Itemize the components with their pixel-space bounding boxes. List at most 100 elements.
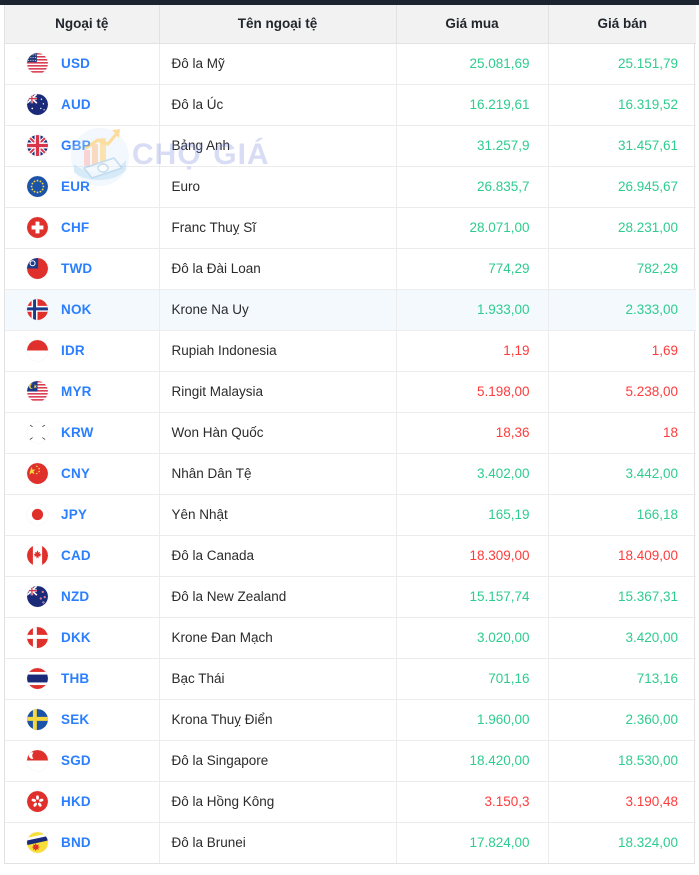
cell-sell-price: 1,69 — [548, 330, 696, 371]
currency-code-label: THB — [61, 671, 89, 686]
cell-buy-price: 3.020,00 — [396, 617, 548, 658]
table-row[interactable]: THBBạc Thái701,16713,16 — [5, 658, 696, 699]
currency-code-label: EUR — [61, 179, 90, 194]
table-header-row: Ngoại tệ Tên ngoại tệ Giá mua Giá bán — [5, 5, 696, 43]
table-row[interactable]: NOKKrone Na Uy1.933,002.333,00 — [5, 289, 696, 330]
cell-currency-name: Bạc Thái — [159, 658, 396, 699]
table-row[interactable]: GBPBảng Anh31.257,931.457,61 — [5, 125, 696, 166]
cell-buy-price: 165,19 — [396, 494, 548, 535]
cell-sell-price: 3.442,00 — [548, 453, 696, 494]
currency-code-label: JPY — [61, 507, 87, 522]
cell-currency-name: Rupiah Indonesia — [159, 330, 396, 371]
cell-sell-price: 15.367,31 — [548, 576, 696, 617]
currency-code-label: SEK — [61, 712, 89, 727]
table-row[interactable]: SEKKrona Thuỵ Điển1.960,002.360,00 — [5, 699, 696, 740]
table-row[interactable]: IDRRupiah Indonesia1,191,69 — [5, 330, 696, 371]
table-row[interactable]: MYRRingit Malaysia5.198,005.238,00 — [5, 371, 696, 412]
table-row[interactable]: CADĐô la Canada18.309,0018.409,00 — [5, 535, 696, 576]
table-body: USD Đô la Mỹ25.081,6925.151,79 AUD Đô la Úc… — [5, 43, 696, 863]
table-row[interactable]: AUDĐô la Úc16.219,6116.319,52 — [5, 84, 696, 125]
exchange-rate-table-container: Ngoại tệ Tên ngoại tệ Giá mua Giá bán US… — [4, 5, 695, 864]
exchange-rate-table: Ngoại tệ Tên ngoại tệ Giá mua Giá bán US… — [5, 5, 696, 863]
flag-nok-icon — [27, 299, 48, 320]
cell-currency-code: GBP — [5, 125, 159, 166]
cell-sell-price: 16.319,52 — [548, 84, 696, 125]
cell-sell-price: 3.190,48 — [548, 781, 696, 822]
cell-currency-name: Krona Thuỵ Điển — [159, 699, 396, 740]
table-row[interactable]: TWDĐô la Đài Loan774,29782,29 — [5, 248, 696, 289]
currency-code-label: HKD — [61, 794, 91, 809]
cell-currency-name: Won Hàn Quốc — [159, 412, 396, 453]
flag-jpy-icon — [27, 504, 48, 525]
cell-buy-price: 17.824,00 — [396, 822, 548, 863]
cell-currency-name: Bảng Anh — [159, 125, 396, 166]
table-row[interactable]: CNYNhân Dân Tệ3.402,003.442,00 — [5, 453, 696, 494]
table-row[interactable]: USD Đô la Mỹ25.081,6925.151,79 — [5, 43, 696, 84]
cell-sell-price: 18.530,00 — [548, 740, 696, 781]
column-header-sell-price: Giá bán — [548, 5, 696, 43]
cell-currency-code: CHF — [5, 207, 159, 248]
currency-code-label: KRW — [61, 425, 94, 440]
cell-currency-name: Krone Na Uy — [159, 289, 396, 330]
cell-sell-price: 2.360,00 — [548, 699, 696, 740]
cell-currency-code: SEK — [5, 699, 159, 740]
cell-currency-code: THB — [5, 658, 159, 699]
cell-currency-code: DKK — [5, 617, 159, 658]
cell-currency-name: Đô la New Zealand — [159, 576, 396, 617]
cell-currency-name: Đô la Hồng Kông — [159, 781, 396, 822]
cell-sell-price: 2.333,00 — [548, 289, 696, 330]
flag-bnd-icon — [27, 832, 48, 853]
table-row[interactable]: JPYYên Nhật165,19166,18 — [5, 494, 696, 535]
cell-currency-name: Đô la Mỹ — [159, 43, 396, 84]
cell-currency-name: Ringit Malaysia — [159, 371, 396, 412]
cell-currency-name: Đô la Singapore — [159, 740, 396, 781]
table-row[interactable]: DKKKrone Đan Mạch3.020,003.420,00 — [5, 617, 696, 658]
table-row[interactable]: EUREuro26.835,726.945,67 — [5, 166, 696, 207]
table-row[interactable]: NZDĐô la New Zealand15.157,7415.367,31 — [5, 576, 696, 617]
cell-buy-price: 1.933,00 — [396, 289, 548, 330]
flag-myr-icon — [27, 381, 48, 402]
table-row[interactable]: BNDĐô la Brunei17.824,0018.324,00 — [5, 822, 696, 863]
cell-currency-name: Euro — [159, 166, 396, 207]
cell-sell-price: 713,16 — [548, 658, 696, 699]
cell-currency-name: Đô la Canada — [159, 535, 396, 576]
cell-sell-price: 26.945,67 — [548, 166, 696, 207]
cell-currency-code: HKD — [5, 781, 159, 822]
cell-buy-price: 25.081,69 — [396, 43, 548, 84]
cell-currency-code: USD — [5, 43, 159, 84]
table-row[interactable]: SGDĐô la Singapore18.420,0018.530,00 — [5, 740, 696, 781]
cell-buy-price: 3.150,3 — [396, 781, 548, 822]
cell-currency-name: Franc Thuỵ Sĩ — [159, 207, 396, 248]
currency-code-label: USD — [61, 56, 90, 71]
flag-hkd-icon — [27, 791, 48, 812]
table-row[interactable]: HKD Đô la Hồng Kông3.150,33.190,48 — [5, 781, 696, 822]
currency-code-label: AUD — [61, 97, 91, 112]
cell-buy-price: 31.257,9 — [396, 125, 548, 166]
cell-currency-code: AUD — [5, 84, 159, 125]
cell-currency-code: KRW — [5, 412, 159, 453]
cell-sell-price: 782,29 — [548, 248, 696, 289]
cell-buy-price: 28.071,00 — [396, 207, 548, 248]
cell-currency-code: TWD — [5, 248, 159, 289]
cell-buy-price: 5.198,00 — [396, 371, 548, 412]
cell-buy-price: 18.420,00 — [396, 740, 548, 781]
currency-code-label: GBP — [61, 138, 91, 153]
table-header: Ngoại tệ Tên ngoại tệ Giá mua Giá bán — [5, 5, 696, 43]
cell-currency-code: EUR — [5, 166, 159, 207]
table-row[interactable]: KRWWon Hàn Quốc18,3618 — [5, 412, 696, 453]
exchange-rate-page: Ngoại tệ Tên ngoại tệ Giá mua Giá bán US… — [0, 0, 699, 875]
cell-currency-code: NOK — [5, 289, 159, 330]
cell-currency-name: Đô la Úc — [159, 84, 396, 125]
column-header-buy-price: Giá mua — [396, 5, 548, 43]
currency-code-label: CNY — [61, 466, 90, 481]
cell-sell-price: 25.151,79 — [548, 43, 696, 84]
cell-sell-price: 166,18 — [548, 494, 696, 535]
flag-krw-icon — [27, 422, 48, 443]
flag-thb-icon — [27, 668, 48, 689]
cell-sell-price: 18.324,00 — [548, 822, 696, 863]
flag-nzd-icon — [27, 586, 48, 607]
column-header-currency-name: Tên ngoại tệ — [159, 5, 396, 43]
table-row[interactable]: CHFFranc Thuỵ Sĩ28.071,0028.231,00 — [5, 207, 696, 248]
flag-dkk-icon — [27, 627, 48, 648]
cell-sell-price: 5.238,00 — [548, 371, 696, 412]
